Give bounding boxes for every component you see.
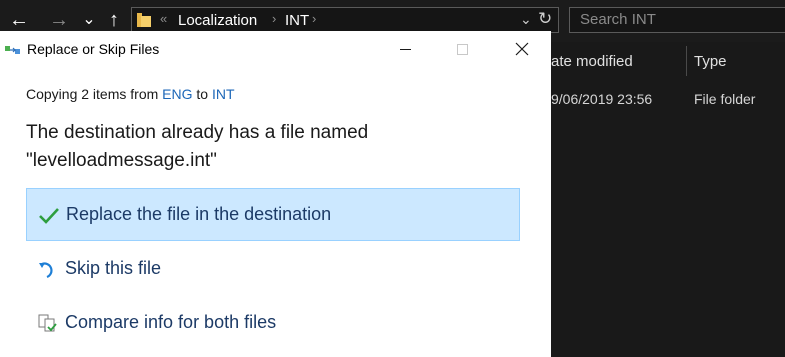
dialog-title: Replace or Skip Files — [27, 41, 160, 57]
breadcrumb-localization[interactable]: Localization — [178, 12, 257, 29]
skip-file-option[interactable]: Skip this file — [26, 243, 520, 296]
compare-files-option[interactable]: Compare info for both files — [26, 297, 520, 350]
maximize-button — [440, 33, 484, 65]
folder-icon — [137, 13, 151, 27]
refresh-icon[interactable]: ↻ — [538, 9, 552, 29]
skip-arrow-icon — [39, 262, 53, 279]
conflict-message-line1: The destination already has a file named — [26, 122, 369, 143]
minimize-button[interactable] — [383, 33, 427, 65]
copy-summary: Copying 2 items from ENG to INT — [26, 86, 235, 102]
column-divider[interactable] — [686, 46, 687, 76]
minimize-icon — [400, 49, 411, 50]
column-header-type[interactable]: Type — [694, 53, 727, 70]
breadcrumb-separator-icon[interactable]: › — [272, 11, 276, 26]
search-input[interactable]: Search INT — [569, 7, 785, 33]
skip-file-label: Skip this file — [65, 258, 162, 278]
recent-locations-icon[interactable]: ⌄ — [78, 8, 100, 32]
file-transfer-icon — [5, 46, 20, 54]
replace-or-skip-dialog: Replace or Skip Files Copying 2 items fr… — [0, 31, 551, 357]
address-bar[interactable]: « Localization › INT › ⌄ ↻ — [131, 7, 559, 33]
row-type[interactable]: File folder — [694, 91, 755, 107]
row-date-modified[interactable]: 9/06/2019 23:56 — [551, 91, 652, 107]
address-dropdown-icon[interactable]: ⌄ — [520, 11, 532, 28]
replace-file-option[interactable]: Replace the file in the destination — [26, 188, 520, 241]
breadcrumb-int[interactable]: INT — [285, 12, 309, 29]
conflict-message: The destination already has a file named… — [26, 119, 526, 175]
up-arrow-icon[interactable]: ↑ — [103, 8, 125, 32]
close-icon — [515, 42, 529, 56]
copy-prefix: Copying 2 items from — [26, 86, 163, 102]
forward-arrow-icon[interactable]: → — [48, 8, 70, 32]
copy-mid: to — [192, 86, 212, 102]
destination-folder-link[interactable]: INT — [212, 86, 235, 102]
maximize-icon — [457, 44, 468, 55]
compare-files-icon — [38, 314, 57, 332]
replace-file-label: Replace the file in the destination — [66, 204, 332, 224]
column-header-date-modified[interactable]: ate modified — [551, 53, 633, 70]
conflict-filename: "levelloadmessage.int" — [26, 150, 217, 171]
close-button[interactable] — [500, 33, 544, 65]
back-arrow-icon[interactable]: ← — [8, 8, 30, 32]
breadcrumb-separator-icon[interactable]: › — [312, 11, 316, 26]
compare-files-label: Compare info for both files — [65, 312, 277, 332]
breadcrumb-overflow-icon[interactable]: « — [160, 11, 167, 26]
source-folder-link[interactable]: ENG — [162, 86, 192, 102]
checkmark-icon — [39, 208, 59, 224]
